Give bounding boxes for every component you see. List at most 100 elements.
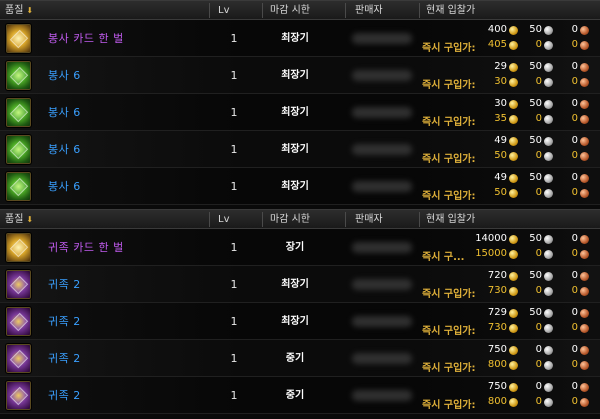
column-divider — [345, 212, 346, 227]
copper-coin-icon — [580, 324, 589, 333]
seller-column-header[interactable]: 판매자 — [355, 210, 383, 229]
sort-arrow-icon: ⬇ — [26, 6, 34, 15]
item-name[interactable]: 귀족 2 — [48, 303, 81, 340]
copper-coin-icon — [580, 189, 589, 198]
buyout-silver: 0 — [535, 113, 542, 124]
table-row[interactable]: 봉사 6 1 최장기 49 50 0 즉시 구입가: 50 0 0 — [0, 131, 600, 168]
item-name[interactable]: 귀족 카드 한 벌 — [48, 229, 124, 266]
card-deck-icon — [5, 232, 32, 263]
silver-coin-icon — [544, 250, 553, 259]
silver-coin-icon — [544, 324, 553, 333]
gold-coin-icon — [509, 63, 518, 72]
item-name[interactable]: 봉사 6 — [48, 131, 81, 168]
current-bid-column-header[interactable]: 현재 입찰가 — [426, 210, 475, 229]
table-row[interactable]: 봉사 6 1 최장기 49 50 0 즉시 구입가: 50 0 0 — [0, 168, 600, 205]
buyout-silver: 0 — [535, 150, 542, 161]
table-row[interactable]: 귀족 2 1 최장기 720 50 0 즉시 구입가: 730 0 0 — [0, 266, 600, 303]
seller-name-blurred — [352, 316, 412, 327]
seller-column-header[interactable]: 판매자 — [355, 1, 383, 20]
lv-column-header[interactable]: Lv — [218, 1, 230, 20]
seller-name-blurred — [352, 33, 412, 44]
table-row[interactable]: 귀족 2 1 최장기 729 50 0 즉시 구입가: 730 0 0 — [0, 303, 600, 340]
gold-coin-icon — [509, 26, 518, 35]
gold-coin-icon — [509, 309, 518, 318]
silver-coin-icon — [544, 361, 553, 370]
gold-coin-icon — [509, 361, 518, 370]
item-name[interactable]: 봉사 6 — [48, 57, 81, 94]
deadline: 장기 — [285, 242, 305, 253]
quality-header-label: 품질 — [5, 214, 24, 225]
current-bid: 30 50 0 — [420, 98, 596, 112]
copper-coin-icon — [580, 26, 589, 35]
table-row[interactable]: 봉사 6 1 최장기 30 50 0 즉시 구입가: 35 0 0 — [0, 94, 600, 131]
green-card-icon — [5, 171, 32, 202]
column-divider — [262, 212, 263, 227]
copper-coin-icon — [580, 287, 589, 296]
gold-coin-icon — [509, 324, 518, 333]
item-name[interactable]: 봉사 카드 한 벌 — [48, 20, 124, 57]
seller-name-blurred — [352, 353, 412, 364]
item-level: 1 — [230, 32, 238, 45]
item-name[interactable]: 봉사 6 — [48, 168, 81, 205]
item-level: 1 — [230, 106, 238, 119]
deadline-column-header[interactable]: 마감 시한 — [270, 210, 310, 229]
bid-gold: 720 — [487, 270, 507, 281]
gold-coin-icon — [509, 152, 518, 161]
gold-coin-icon — [509, 137, 518, 146]
copper-coin-icon — [580, 361, 589, 370]
gold-coin-icon — [509, 78, 518, 87]
deadline-column-header[interactable]: 마감 시한 — [270, 1, 310, 20]
table-row[interactable]: 봉사 6 1 최장기 29 50 0 즉시 구입가: 30 0 0 — [0, 57, 600, 94]
silver-coin-icon — [544, 235, 553, 244]
copper-coin-icon — [580, 174, 589, 183]
gold-coin-icon — [509, 189, 518, 198]
copper-coin-icon — [580, 137, 589, 146]
gold-coin-icon — [509, 235, 518, 244]
buyout-price: 즉시 구입가: 50 0 0 — [420, 187, 596, 202]
copper-coin-icon — [580, 346, 589, 355]
item-name[interactable]: 봉사 6 — [48, 94, 81, 131]
seller-name-blurred — [352, 242, 412, 253]
table-row[interactable]: 귀족 2 1 중기 750 0 0 즉시 구입가: 800 0 0 — [0, 377, 600, 414]
gold-coin-icon — [509, 398, 518, 407]
seller-name-blurred — [352, 279, 412, 290]
deadline: 최장기 — [281, 279, 309, 290]
column-divider — [262, 3, 263, 18]
deadline: 중기 — [285, 390, 305, 401]
table-row[interactable]: 귀족 카드 한 벌 1 장기 14000 50 0 즉시 구... 15000 … — [0, 229, 600, 266]
bid-gold: 400 — [487, 24, 507, 35]
copper-coin-icon — [580, 41, 589, 50]
silver-coin-icon — [544, 63, 553, 72]
purple-card-icon — [5, 343, 32, 374]
deadline: 중기 — [285, 353, 305, 364]
gold-coin-icon — [509, 41, 518, 50]
bid-copper: 0 — [571, 24, 578, 35]
quality-column-header[interactable]: 품질 ⬇ — [5, 210, 33, 229]
item-level: 1 — [230, 389, 238, 402]
auction-table-2: 품질 ⬇ Lv 마감 시한 판매자 현재 입찰가 귀족 카드 한 벌 1 장기 1… — [0, 209, 600, 414]
item-level: 1 — [230, 143, 238, 156]
item-name[interactable]: 귀족 2 — [48, 266, 81, 303]
item-name[interactable]: 귀족 2 — [48, 377, 81, 414]
seller-name-blurred — [352, 70, 412, 81]
buyout-price: 즉시 구입가: 730 0 0 — [420, 322, 596, 337]
buyout-price: 즉시 구입가: 50 0 0 — [420, 150, 596, 165]
silver-coin-icon — [544, 174, 553, 183]
item-level: 1 — [230, 315, 238, 328]
table-row[interactable]: 귀족 2 1 중기 750 0 0 즉시 구입가: 800 0 0 — [0, 340, 600, 377]
current-bid-column-header[interactable]: 현재 입찰가 — [426, 1, 475, 20]
bid-copper: 0 — [571, 307, 578, 318]
buyout-gold: 730 — [487, 285, 507, 296]
gold-coin-icon — [509, 383, 518, 392]
bid-gold: 750 — [487, 381, 507, 392]
silver-coin-icon — [544, 41, 553, 50]
lv-column-header[interactable]: Lv — [218, 210, 230, 229]
bid-silver: 0 — [535, 381, 542, 392]
buyout-silver: 0 — [535, 76, 542, 87]
bid-copper: 0 — [571, 135, 578, 146]
item-name[interactable]: 귀족 2 — [48, 340, 81, 377]
bid-gold: 29 — [494, 61, 507, 72]
quality-column-header[interactable]: 품질 ⬇ — [5, 1, 33, 20]
silver-coin-icon — [544, 100, 553, 109]
table-row[interactable]: 봉사 카드 한 벌 1 최장기 400 50 0 즉시 구입가: 405 0 0 — [0, 20, 600, 57]
